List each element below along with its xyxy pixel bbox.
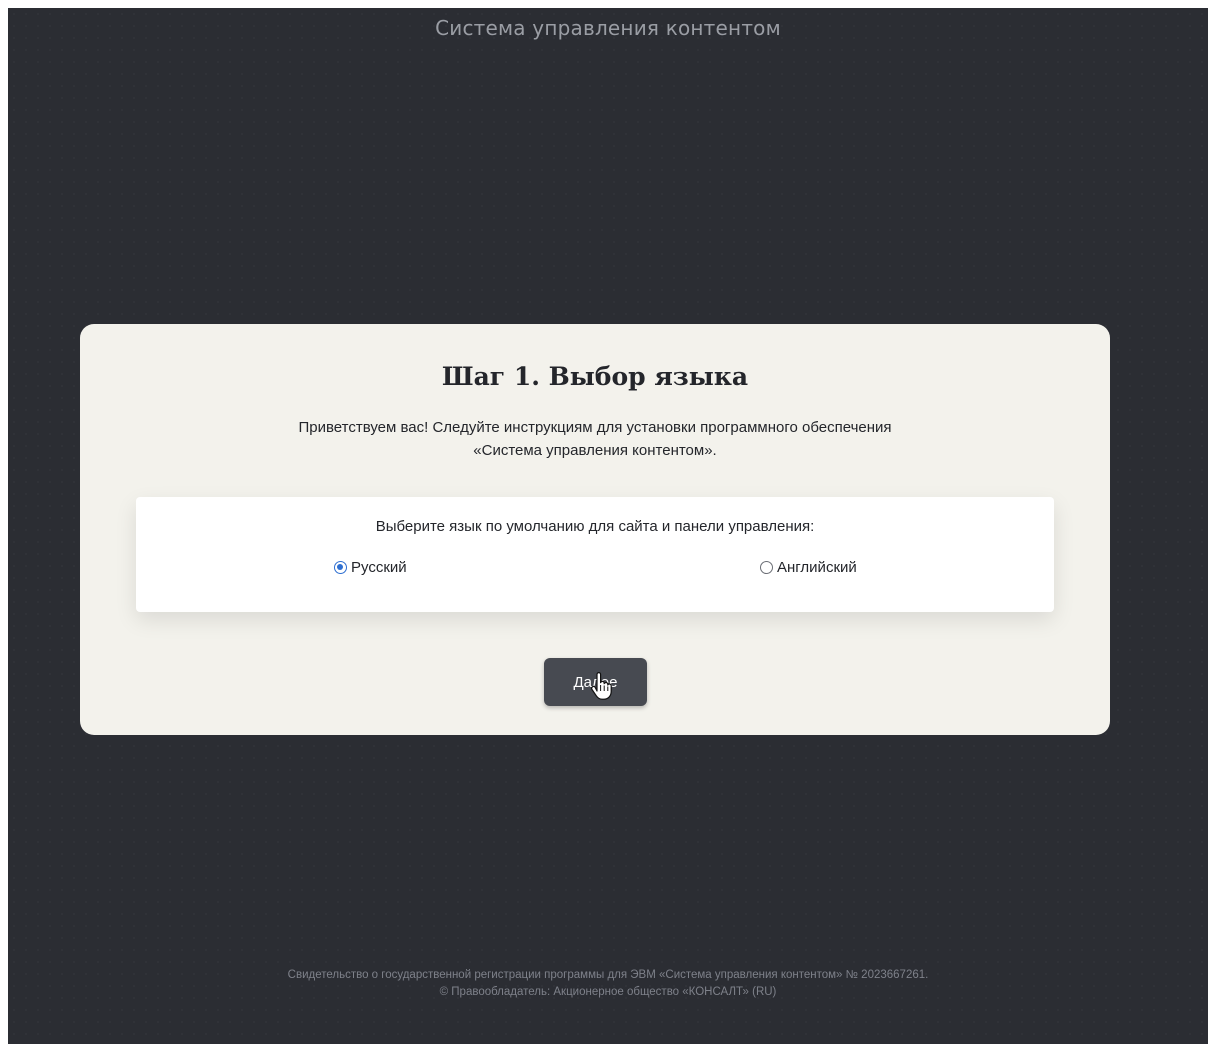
step-title: Шаг 1. Выбор языка xyxy=(441,362,749,391)
language-panel: Выберите язык по умолчанию для сайта и п… xyxy=(136,497,1054,612)
app-title: Система управления контентом xyxy=(435,16,781,40)
installer-screen: Система управления контентом Шаг 1. Выбо… xyxy=(8,8,1208,1044)
radio-english[interactable]: Английский xyxy=(760,559,857,576)
radio-english-label: Английский xyxy=(777,559,857,576)
language-prompt: Выберите язык по умолчанию для сайта и п… xyxy=(375,518,815,535)
footer-copyright: © Правообладатель: Акционерное общество … xyxy=(439,986,777,998)
welcome-text: Приветствуем вас! Следуйте инструкциям д… xyxy=(80,416,1110,462)
welcome-line-1: Приветствуем вас! Следуйте инструкциям д… xyxy=(298,419,892,436)
radio-russian-indicator[interactable] xyxy=(334,561,347,574)
footer-registration: Свидетельство о государственной регистра… xyxy=(287,969,929,981)
radio-russian[interactable]: Русский xyxy=(334,559,407,576)
welcome-line-2: «Система управления контентом». xyxy=(473,442,717,459)
radio-russian-label: Русский xyxy=(351,559,407,576)
radio-english-indicator[interactable] xyxy=(760,561,773,574)
footer: Свидетельство о государственной регистра… xyxy=(8,967,1208,1001)
hand-pointer-icon xyxy=(591,672,612,700)
